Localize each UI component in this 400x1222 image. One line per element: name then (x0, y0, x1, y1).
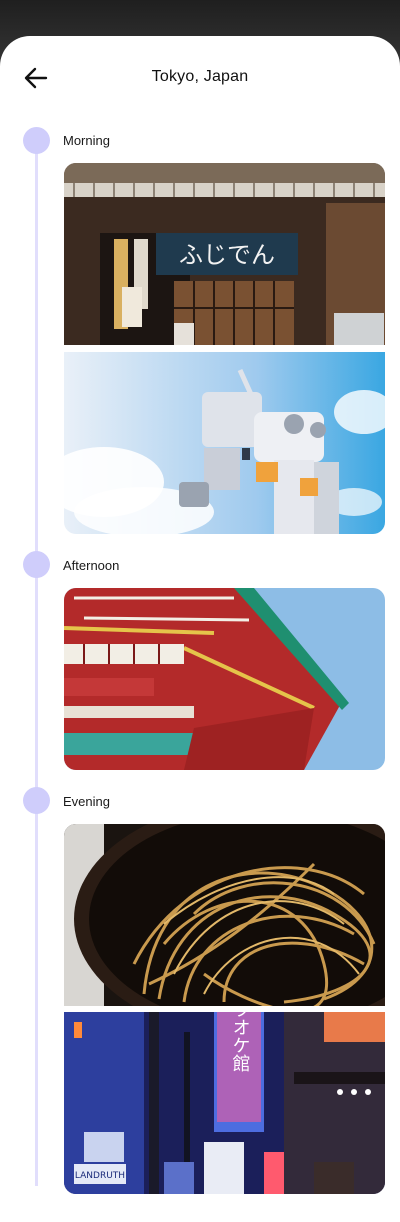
page-title: Tokyo, Japan (151, 68, 249, 85)
svg-text:ラオケ館: ラオケ館 (230, 1012, 251, 1072)
timeline-dot-evening (23, 787, 50, 814)
neon-street-photo[interactable]: ラオケ館 LANDRUTH (64, 1012, 385, 1194)
svg-text:ふじでん: ふじでん (179, 241, 275, 269)
noodles-bowl-photo[interactable] (64, 824, 385, 1006)
temple-roof-photo[interactable] (64, 588, 385, 770)
timeline-dot-morning (23, 127, 50, 154)
svg-text:LANDRUTH: LANDRUTH (75, 1171, 125, 1181)
itinerary-sheet: Tokyo, Japan Morning ふじでん Afternoon Even… (0, 36, 400, 1222)
restaurant-storefront-photo[interactable]: ふじでん (64, 163, 385, 345)
section-label-afternoon: Afternoon (63, 558, 120, 573)
section-label-morning: Morning (63, 133, 110, 148)
section-label-evening: Evening (63, 794, 110, 809)
timeline-dot-afternoon (23, 551, 50, 578)
robot-statue-photo[interactable] (64, 352, 385, 534)
header: Tokyo, Japan (0, 36, 400, 120)
timeline-line (35, 136, 38, 1186)
